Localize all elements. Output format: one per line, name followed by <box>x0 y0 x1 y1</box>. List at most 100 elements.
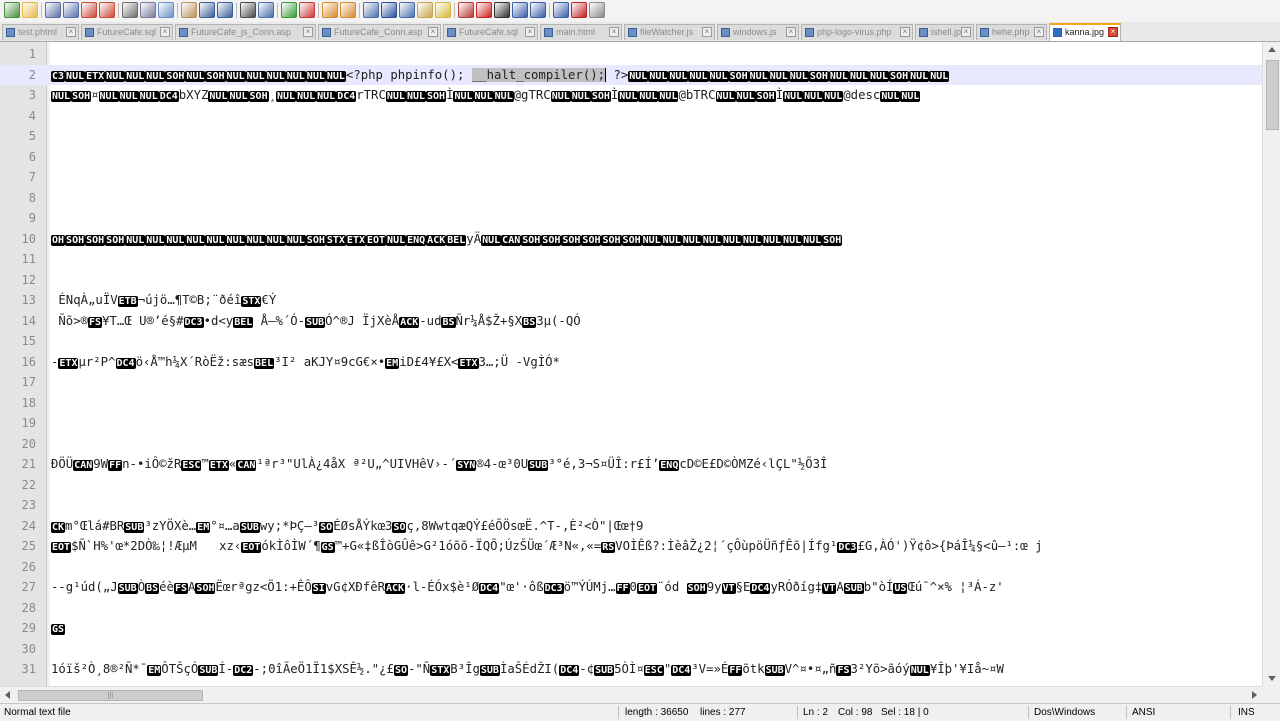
editor-line[interactable]: 21 ÐÖÜCAN9WFFn-•iÔ©žRESC™ETX«CAN¹ªr³"UlÀ¿… <box>0 454 1262 475</box>
horizontal-scrollbar[interactable]: ||| <box>0 686 1262 703</box>
zoom-in-icon[interactable] <box>281 2 297 18</box>
record-macro-icon[interactable] <box>476 2 492 18</box>
editor-line[interactable]: 2 C3 NUL ETX NUL NUL NUL SOH NUL SOH NUL NUL NUL NUL N… <box>0 64 1262 88</box>
vertical-scrollbar[interactable] <box>1262 42 1280 686</box>
editor-line[interactable]: 23 <box>0 495 1262 516</box>
open-folder-icon[interactable] <box>22 2 38 18</box>
close-icon[interactable] <box>81 2 97 18</box>
editor-line[interactable]: 20 <box>0 434 1262 455</box>
editor-line[interactable]: 15 <box>0 331 1262 352</box>
sync-v-icon[interactable] <box>322 2 338 18</box>
line-content[interactable]: --g¹úd(„JSUBÒBSéèFSASOHËœrªgz<Ö1:+ÊÔSIvG… <box>51 577 1260 600</box>
line-content[interactable]: EOT$Ñ`H%'œ*2DÒ‰¦!ÆµM xz‹EOTókÌôÌW´¶GS™+G… <box>51 536 1260 559</box>
line-content[interactable]: ÐÖÜCAN9WFFn-•iÔ©žRESC™ETX«CAN¹ªr³"UlÀ¿4å… <box>51 454 1260 477</box>
line-content[interactable]: Ñõ>®FS¥T…Œ U®’é§#DC3•d<yBEL Å–%´Ó-SUBÓ^®… <box>51 311 1260 334</box>
editor-line[interactable]: 9 <box>0 208 1262 229</box>
tab-close-icon[interactable]: × <box>303 27 313 37</box>
save-macro-icon[interactable] <box>553 2 569 18</box>
editor-line[interactable]: 7 <box>0 167 1262 188</box>
tab-close-icon[interactable]: × <box>1034 27 1044 37</box>
editor-line[interactable]: 26 <box>0 557 1262 578</box>
scroll-left-arrow-icon[interactable] <box>5 691 10 699</box>
editor-line[interactable]: 5 <box>0 126 1262 147</box>
find-icon[interactable] <box>240 2 256 18</box>
line-content[interactable]: GS <box>51 618 1260 641</box>
editor-line[interactable]: 25 EOT$Ñ`H%'œ*2DÒ‰¦!ÆµM xz‹EOTókÌôÌW´¶GS™… <box>0 536 1262 557</box>
scroll-right-arrow-icon[interactable] <box>1252 691 1257 699</box>
paste-icon[interactable] <box>181 2 197 18</box>
editor-line[interactable]: 11 <box>0 249 1262 270</box>
save-all-icon[interactable] <box>63 2 79 18</box>
tab-kanna-jpg[interactable]: kanna.jpg × <box>1049 23 1121 41</box>
tab-main-html[interactable]: main.html × <box>540 24 622 40</box>
editor-line[interactable]: 10 OH SOH SOH SOH NUL NUL NUL NUL NUL NUL NUL NUL NUL… <box>0 229 1262 250</box>
tab-filewatcher-js[interactable]: fileWatcher.js × <box>624 24 715 40</box>
function-list-icon[interactable] <box>458 2 474 18</box>
line-content[interactable]: -ETXµr²P^DC4ö‹Å™h¼X´RòËž:sæsBEL³I² aKJY¤… <box>51 352 1260 375</box>
tab-close-icon[interactable]: × <box>66 27 76 37</box>
line-content[interactable]: 1óïš²Ò¸8®²Ñ*¯EMÔTŠçÓSUBÍ-DC2-;0îÃeÖ1Ï1$X… <box>51 659 1260 682</box>
scroll-down-arrow-icon[interactable] <box>1268 676 1276 681</box>
close-all-icon[interactable] <box>99 2 115 18</box>
word-wrap-icon[interactable] <box>363 2 379 18</box>
tab-close-icon[interactable]: × <box>428 27 438 37</box>
save-icon[interactable] <box>45 2 61 18</box>
line-content[interactable]: C3 NUL ETX NUL NUL NUL SOH NUL SOH NUL NUL NUL NUL NU… <box>51 65 1260 88</box>
tab-ishell-jpg[interactable]: ishell.jpg × <box>915 24 974 40</box>
tab-close-icon[interactable]: × <box>961 27 971 37</box>
cut-icon[interactable] <box>140 2 156 18</box>
tab-test-phtml[interactable]: test.phtml × <box>2 24 79 40</box>
redo-icon[interactable] <box>217 2 233 18</box>
status-encoding[interactable]: ANSI <box>1132 704 1155 721</box>
editor-line[interactable]: 27 --g¹úd(„JSUBÒBSéèFSASOHËœrªgz<Ö1:+ÊÔSI… <box>0 577 1262 598</box>
zoom-out-icon[interactable] <box>299 2 315 18</box>
editor-line[interactable]: 12 <box>0 270 1262 291</box>
new-file-icon[interactable] <box>4 2 20 18</box>
editor-line[interactable]: 14 Ñõ>®FS¥T…Œ U®’é§#DC3•d<yBEL Å–%´Ó-SUB… <box>0 311 1262 332</box>
line-content[interactable]: CKm°Œlá#BRSUB³zYÖXè…EM°¤…aSUBwy;*ÞÇ–³SOÉ… <box>51 516 1260 539</box>
editor-line[interactable]: 30 <box>0 639 1262 660</box>
editor-line[interactable]: 24 CKm°Œlá#BRSUB³zYÖXè…EM°¤…aSUBwy;*ÞÇ–³S… <box>0 516 1262 537</box>
text-editor[interactable]: 1 2 C3 NUL ETX NUL NUL NUL SOH NUL SOH NUL NUL NUL NUL… <box>0 42 1262 686</box>
stop-macro-icon[interactable] <box>494 2 510 18</box>
line-content[interactable]: OH SOH SOH SOH NUL NUL NUL NUL NUL NUL NUL NUL NUL SO… <box>51 229 1260 252</box>
editor-line[interactable]: 31 1óïš²Ò¸8®²Ñ*¯EMÔTŠçÓSUBÍ-DC2-;0îÃeÖ1Ï1… <box>0 659 1262 680</box>
editor-line[interactable]: 28 <box>0 598 1262 619</box>
tab-close-icon[interactable]: × <box>1108 27 1118 37</box>
tab-close-icon[interactable]: × <box>702 27 712 37</box>
tab-close-icon[interactable]: × <box>160 27 170 37</box>
copy-icon[interactable] <box>158 2 174 18</box>
undo-icon[interactable] <box>199 2 215 18</box>
tab-close-icon[interactable]: × <box>786 27 796 37</box>
tab-futurecafe-js-conn-asp[interactable]: FutureCafe_js_Conn.asp × <box>175 24 316 40</box>
status-eol[interactable]: Dos\Windows <box>1034 704 1095 721</box>
editor-line[interactable]: 16 -ETXµr²P^DC4ö‹Å™h¼X´RòËž:sæsBEL³I² aKJ… <box>0 352 1262 373</box>
editor-line[interactable]: 8 <box>0 188 1262 209</box>
line-content[interactable]: ÉNqÀ„uÏVETB¬újö…¶T©B;¨ðéîSTX€Ý <box>51 290 1260 313</box>
plugin-icon[interactable] <box>589 2 605 18</box>
tab-futurecafe-sql[interactable]: FutureCafe.sql × <box>81 24 173 40</box>
editor-line[interactable]: 6 <box>0 147 1262 168</box>
tab-futurecafe-sql[interactable]: FutureCafe.sql × <box>443 24 538 40</box>
doc-map-icon[interactable] <box>435 2 451 18</box>
print-icon[interactable] <box>122 2 138 18</box>
editor-line[interactable]: 1 <box>0 44 1262 65</box>
editor-line[interactable]: 18 <box>0 393 1262 414</box>
play-macro-icon[interactable] <box>512 2 528 18</box>
editor-line[interactable]: 17 <box>0 372 1262 393</box>
language-icon[interactable] <box>417 2 433 18</box>
line-content[interactable]: NUL SOH¤NUL NUL NUL DC4bXYZNUL NUL SOH¸NUL NUL N… <box>51 85 1260 108</box>
tab-close-icon[interactable]: × <box>900 27 910 37</box>
editor-line[interactable]: 29 GS <box>0 618 1262 639</box>
editor-line[interactable]: 3 NUL SOH¤NUL NUL NUL DC4bXYZNUL NUL SOH¸NUL NUL… <box>0 85 1262 106</box>
tab-windows-js[interactable]: windows.js × <box>717 24 799 40</box>
tab-close-icon[interactable]: × <box>525 27 535 37</box>
sync-h-icon[interactable] <box>340 2 356 18</box>
tab-close-icon[interactable]: × <box>609 27 619 37</box>
indent-guide-icon[interactable] <box>399 2 415 18</box>
status-insert-mode[interactable]: INS <box>1238 704 1255 721</box>
replace-icon[interactable] <box>258 2 274 18</box>
tab-hehe-php[interactable]: hehe.php × <box>976 24 1047 40</box>
show-all-chars-icon[interactable] <box>381 2 397 18</box>
editor-line[interactable]: 19 <box>0 413 1262 434</box>
